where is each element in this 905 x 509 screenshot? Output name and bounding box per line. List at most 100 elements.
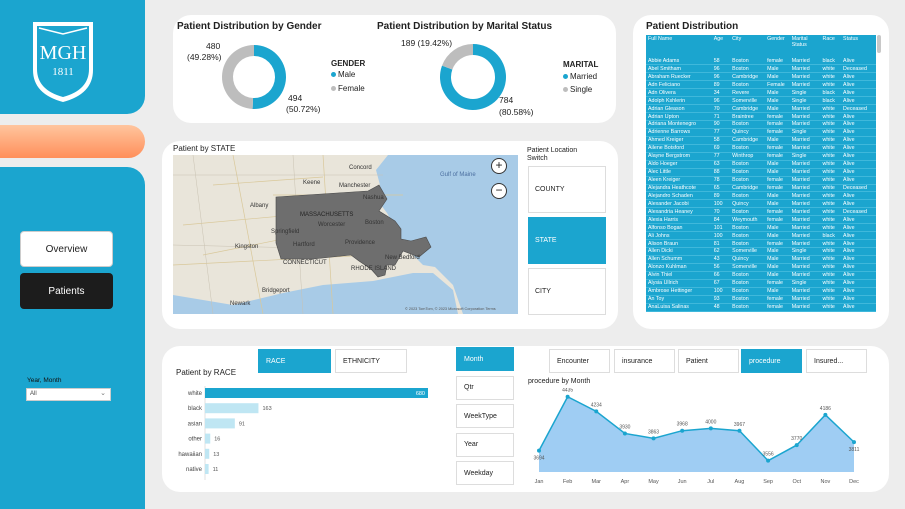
table-row[interactable]: Alexia Harris 84 Weymouth female Married whit…	[646, 215, 876, 225]
table-row[interactable]: Abbie Adams 58 Boston female Married black Ali…	[646, 57, 876, 66]
table-row[interactable]: Alvin Thiel 66 Boston Male Married white Alive	[646, 271, 876, 280]
table-row[interactable]: Alayne Bergstrom 77 Winthrop female Single wh…	[646, 152, 876, 161]
table-row[interactable]: Alejandro Schaden 89 Boston Male Married whit…	[646, 191, 876, 201]
zoom-out-button[interactable]: −	[491, 183, 507, 199]
table-row[interactable]: Alonzo Kuhlman 56 Somerville Male Married whi…	[646, 263, 876, 272]
table-cell: Alive	[841, 160, 876, 169]
table-cell: Ailene Botsford	[646, 144, 712, 153]
table-row[interactable]: AnaLuisa Salinas 48 Boston female Married whi…	[646, 303, 876, 312]
table-cell: Alive	[841, 279, 876, 288]
procedure-point[interactable]	[651, 436, 656, 441]
nav-overview-button[interactable]: Overview	[20, 231, 113, 267]
tab-insurance[interactable]: insurance	[614, 349, 675, 373]
table-row[interactable]: Ailene Botsford 69 Boston female Married whit…	[646, 144, 876, 153]
gender-legend-female[interactable]: Female	[331, 84, 365, 93]
tab-insured[interactable]: Insured...	[806, 349, 867, 373]
table-cell: Alive	[841, 191, 876, 201]
table-row[interactable]: Alfonso Bogan 101 Boston Male Married white Al…	[646, 223, 876, 233]
zoom-in-button[interactable]: +	[491, 158, 507, 174]
donut-slice-male[interactable]	[252, 45, 287, 109]
procedure-point[interactable]	[708, 426, 713, 431]
table-row[interactable]: Alysia Ullrich 67 Boston female Single white A…	[646, 279, 876, 288]
table-cell: Male	[765, 223, 790, 233]
marital-legend-married[interactable]: Married	[563, 72, 598, 81]
table-row[interactable]: Adrian Upton 71 Braintree female Married whit…	[646, 112, 876, 121]
procedure-point[interactable]	[594, 409, 599, 414]
race-bar[interactable]	[205, 448, 210, 459]
table-row[interactable]: Adriana Montenegro 90 Boston female Married w…	[646, 120, 876, 129]
table-cell: Boston	[730, 57, 766, 66]
table-cell: Alayne Bergstrom	[646, 152, 712, 161]
tab-race[interactable]: RACE	[258, 349, 331, 373]
table-row[interactable]: Alexandria Heaney 70 Boston female Married wh…	[646, 207, 876, 217]
table-cell: Deceased	[841, 207, 876, 217]
procedure-point[interactable]	[852, 440, 856, 445]
col-race[interactable]: Race	[820, 35, 842, 57]
procedure-point[interactable]	[737, 428, 742, 433]
time-option-month[interactable]: Month	[456, 347, 514, 371]
procedure-point[interactable]	[537, 448, 541, 453]
tab-patient[interactable]: Patient	[678, 349, 739, 373]
table-cell: Cambridge	[730, 136, 766, 145]
switch-county-button[interactable]: COUNTY	[528, 166, 606, 213]
procedure-point[interactable]	[565, 394, 570, 399]
race-bar[interactable]	[205, 464, 209, 474]
gender-legend-male[interactable]: Male	[331, 70, 365, 79]
procedure-point[interactable]	[680, 428, 685, 433]
table-row[interactable]: Allen Schumm 43 Quincy Male Married white Aliv…	[646, 255, 876, 264]
table-row[interactable]: Alison Braun 81 Boston female Married white Al…	[646, 239, 876, 248]
time-option-weektype[interactable]: WeekType	[456, 404, 514, 428]
table-row[interactable]: Adn Olivera 34 Revere Male Single black Alive	[646, 88, 876, 98]
procedure-point[interactable]	[766, 458, 771, 463]
table-row[interactable]: Aleen Kreiger 78 Boston female Married white A…	[646, 176, 876, 185]
time-option-year[interactable]: Year	[456, 432, 514, 457]
table-cell: Deceased	[841, 64, 876, 74]
col-gender[interactable]: Gender	[765, 35, 790, 57]
switch-city-button[interactable]: CITY	[528, 268, 606, 315]
table-cell: 69	[711, 144, 731, 153]
donut-slice-female[interactable]	[222, 45, 254, 109]
col-city[interactable]: City	[730, 35, 766, 57]
procedure-point[interactable]	[622, 431, 627, 436]
table-row[interactable]: Adrienne Barrows 77 Quincy female Single whit…	[646, 128, 876, 137]
race-bar[interactable]	[205, 403, 259, 414]
table-row[interactable]: Ambrose Hettinger 100 Boston Male Married whi…	[646, 287, 876, 296]
nav-patients-button[interactable]: Patients	[20, 273, 113, 309]
switch-state-button[interactable]: STATE	[528, 217, 606, 264]
table-row[interactable]: Adrian Gleason 70 Cambridge Male Married whit…	[646, 104, 876, 114]
procedure-point[interactable]	[794, 443, 799, 448]
table-row[interactable]: Alec Little 88 Boston Male Married white Alive	[646, 168, 876, 177]
marital-legend-single[interactable]: Single	[563, 85, 598, 94]
table-row[interactable]: Alejandra Heathcote 65 Cambridge female Marr…	[646, 184, 876, 193]
table-row[interactable]: Allen Dicki 62 Somerville Male Single white Al…	[646, 247, 876, 256]
year-month-dropdown[interactable]: All ⌄	[26, 388, 111, 401]
table-row[interactable]: Abraham Ruecker 96 Cambridge Male Married whi…	[646, 72, 876, 82]
table-row[interactable]: An Toy 93 Boston female Married white Alive	[646, 295, 876, 304]
procedure-point[interactable]	[823, 412, 828, 417]
table-row[interactable]: Aldo Hoeger 63 Boston Male Married white Alive	[646, 160, 876, 169]
table-row[interactable]: Ahmed Kreiger 58 Cambridge Male Married white…	[646, 136, 876, 145]
map-view[interactable]: Gulf of Maine Manchester Keene Albany MA…	[173, 155, 518, 314]
table-row[interactable]: Adolph Kshlerin 96 Somerville Male Single bla…	[646, 96, 876, 106]
table-cell: white	[820, 295, 842, 304]
col-status[interactable]: Status	[841, 35, 876, 57]
table-row[interactable]: Adn Feliciano 89 Boston Female Married white A…	[646, 80, 876, 90]
race-bar[interactable]	[205, 433, 211, 444]
table-row[interactable]: Abel Smitham 96 Boston Male Married white Dece…	[646, 64, 876, 74]
time-option-qtr[interactable]: Qtr	[456, 375, 514, 400]
tab-procedure[interactable]: procedure	[741, 349, 802, 373]
table-row[interactable]: Alexander Jacobi 100 Quincy Male Married whit…	[646, 199, 876, 209]
race-bar[interactable]	[205, 418, 235, 429]
table-cell: Boston	[730, 64, 766, 74]
table-row[interactable]: Ali Johns 100 Boston Male Married black Alive	[646, 231, 876, 241]
tab-ethnicity[interactable]: ETHNICITY	[335, 349, 407, 373]
time-option-weekday[interactable]: Weekday	[456, 461, 514, 485]
col-marital-status[interactable]: Marital Status	[789, 35, 821, 57]
table-cell: Married	[789, 160, 821, 169]
table-cell: Married	[789, 207, 821, 217]
tab-encounter[interactable]: Encounter	[549, 349, 610, 373]
table-scrollbar[interactable]	[877, 35, 881, 53]
race-bar[interactable]	[205, 388, 428, 398]
col-full-name[interactable]: Full Name	[646, 35, 712, 57]
col-age[interactable]: Age	[711, 35, 731, 57]
